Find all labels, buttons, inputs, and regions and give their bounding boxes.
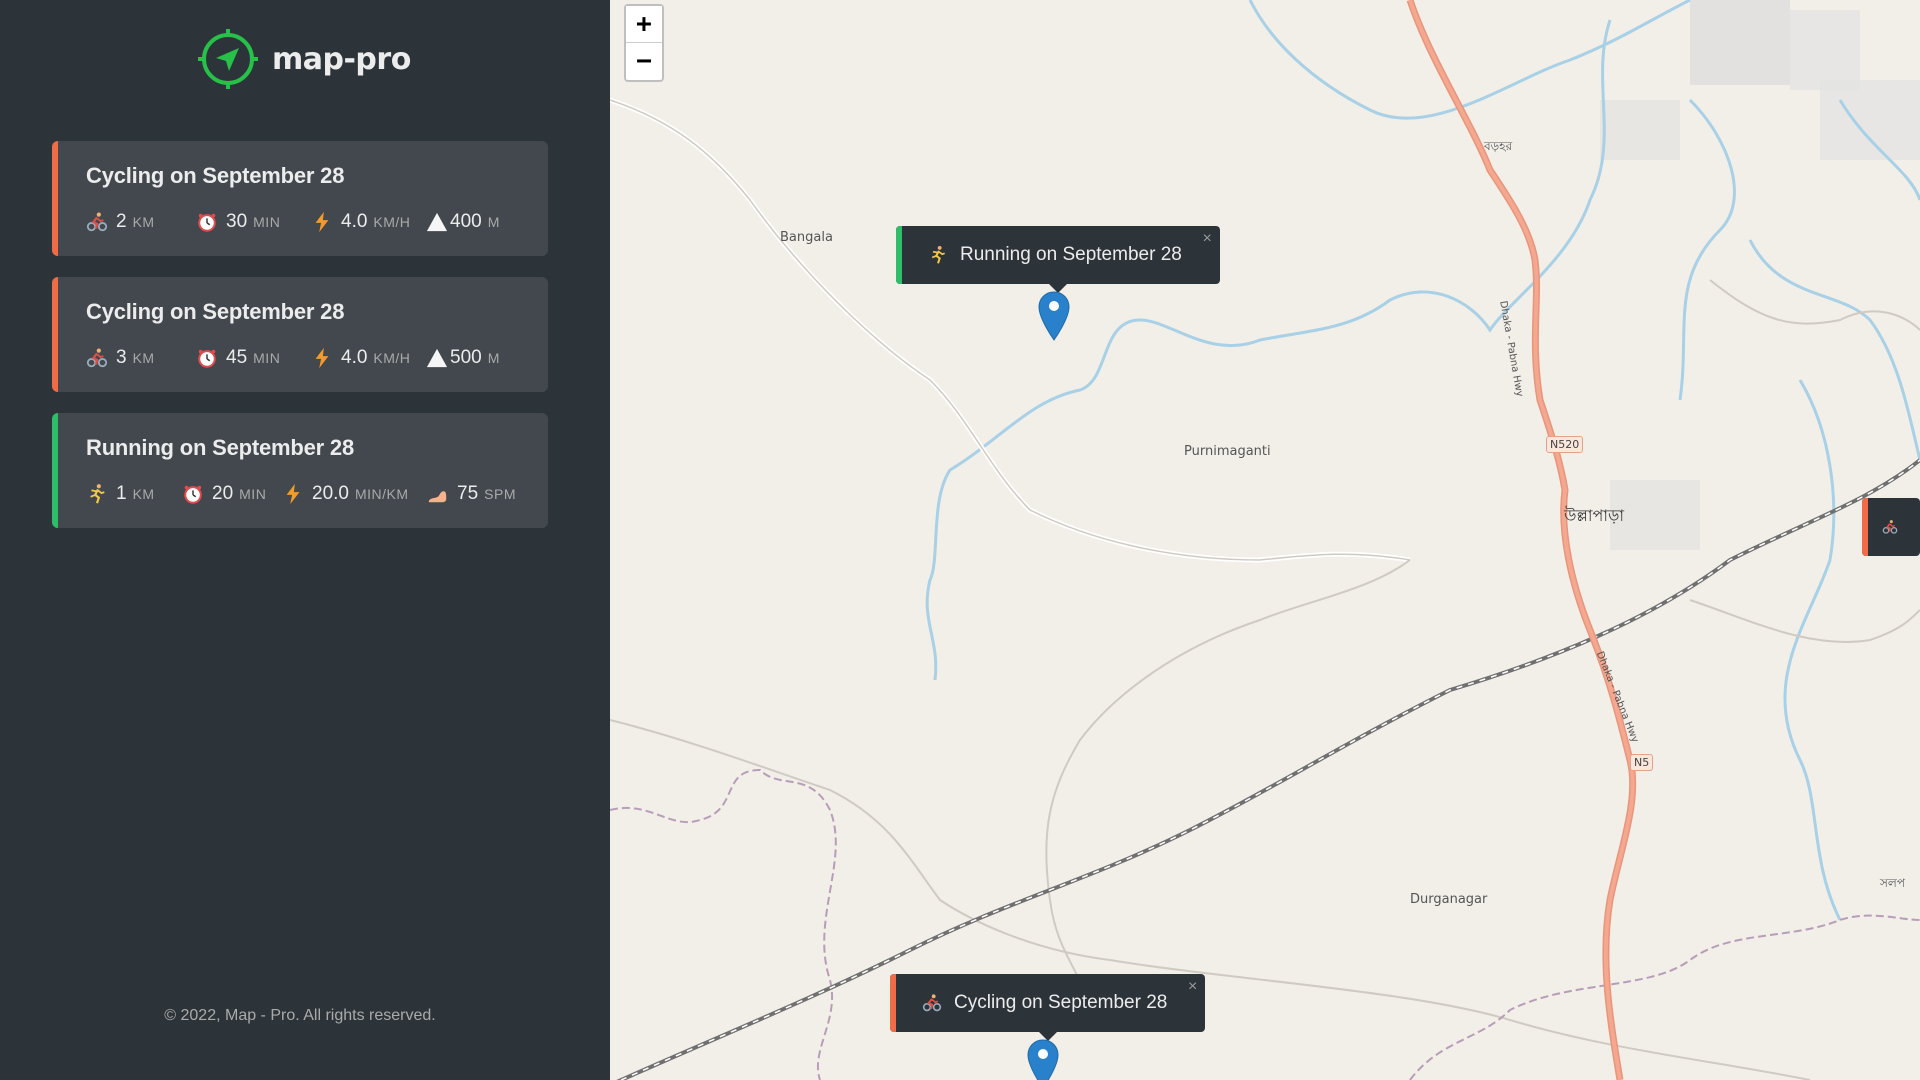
- sidebar: map-pro Cycling on September 28 2 km 30 …: [0, 0, 610, 1080]
- workout-details: 3 km 45 min 4.0 km/h 500 m: [86, 345, 500, 371]
- stopwatch-icon: [198, 213, 216, 232]
- compass-logo-icon: [198, 29, 258, 89]
- workout-detail-speed: 4.0 km/h: [311, 347, 426, 369]
- duration-value: 20: [212, 483, 234, 504]
- distance-value: 1: [116, 483, 127, 504]
- map[interactable]: + − Bangala Purnimaganti Durganagar উল্ল…: [610, 0, 1920, 1080]
- workout-detail-elevation: 500 m: [426, 347, 500, 369]
- elevation-unit: m: [487, 350, 500, 366]
- speed-value: 4.0: [341, 347, 368, 368]
- workout-detail-duration: 30 min: [196, 211, 311, 233]
- cyclist-icon: [86, 348, 108, 368]
- map-popup-running[interactable]: Running on September 28 ×: [896, 226, 1220, 293]
- duration-value: 45: [226, 347, 248, 368]
- map-label-ullapara: উল্লাপাড়া: [1564, 506, 1625, 525]
- workout-detail-pace: 20.0 min/km: [282, 483, 427, 505]
- map-pin-icon[interactable]: [1027, 1039, 1059, 1080]
- elevation-unit: m: [487, 214, 500, 230]
- stopwatch-icon: [184, 485, 202, 504]
- workout-detail-duration: 20 min: [182, 483, 282, 505]
- workout-detail-elevation: 400 m: [426, 211, 500, 233]
- lightning-icon: [286, 483, 300, 505]
- elevation-value: 500: [450, 347, 482, 368]
- cyclist-icon: [1882, 520, 1898, 534]
- runner-icon: [90, 484, 105, 504]
- popup-close-button[interactable]: ×: [1188, 978, 1197, 996]
- workout-detail-duration: 45 min: [196, 347, 311, 369]
- zoom-in-button[interactable]: +: [626, 6, 662, 42]
- zoom-control: + −: [624, 4, 664, 82]
- speed-unit: km/h: [373, 214, 411, 230]
- cyclist-icon: [922, 994, 942, 1012]
- workout-details: 1 km 20 min 20.0 min/km 75 spm: [86, 481, 516, 507]
- popup-text: Cycling on September 28: [954, 992, 1168, 1013]
- workout-type-bar: [52, 141, 58, 256]
- map-popup-offscreen[interactable]: [1862, 498, 1920, 556]
- map-label-solop: সলপ: [1880, 876, 1906, 890]
- workout-title: Cycling on September 28: [86, 299, 345, 324]
- stopwatch-icon: [198, 349, 216, 368]
- runner-icon: [931, 246, 945, 264]
- popup-type-bar: [890, 974, 896, 1032]
- workout-detail-distance: 2 km: [86, 211, 196, 233]
- workout-details: 2 km 30 min 4.0 km/h 400 m: [86, 209, 500, 235]
- duration-value: 30: [226, 211, 248, 232]
- map-label-purnimaganti: Purnimaganti: [1184, 444, 1271, 459]
- workout-detail-speed: 4.0 km/h: [311, 211, 426, 233]
- copyright: © 2022, Map - Pro. All rights reserved.: [164, 1007, 436, 1024]
- workout-item[interactable]: Cycling on September 28 2 km 30 min 4.0 …: [52, 141, 548, 256]
- map-tiles[interactable]: [610, 0, 1920, 1080]
- road-shield-n5: N5: [1630, 754, 1654, 771]
- map-label-durganagar: Durganagar: [1410, 892, 1488, 907]
- duration-unit: min: [253, 214, 281, 230]
- mountain-icon: [426, 348, 448, 368]
- map-label-borohor: বড়হর: [1484, 139, 1513, 153]
- popup-text: Running on September 28: [960, 244, 1182, 265]
- duration-unit: min: [239, 486, 267, 502]
- distance-value: 3: [116, 347, 127, 368]
- zoom-out-button[interactable]: −: [626, 42, 662, 78]
- workout-item[interactable]: Running on September 28 1 km 20 min 20.0…: [52, 413, 548, 528]
- workout-title: Cycling on September 28: [86, 163, 345, 188]
- workout-detail-distance: 3 km: [86, 347, 196, 369]
- workout-type-bar: [52, 277, 58, 392]
- mountain-icon: [426, 212, 448, 232]
- map-label-bangala: Bangala: [780, 230, 833, 245]
- footprint-icon: [428, 491, 447, 503]
- map-popup-cycling[interactable]: Cycling on September 28 ×: [890, 974, 1206, 1041]
- popup-close-button[interactable]: ×: [1202, 230, 1211, 248]
- distance-unit: km: [132, 350, 155, 366]
- workout-detail-distance: 1 km: [86, 483, 182, 505]
- app-name: map-pro: [272, 41, 411, 77]
- distance-unit: km: [132, 214, 155, 230]
- workout-title: Running on September 28: [86, 435, 354, 460]
- speed-unit: km/h: [373, 350, 411, 366]
- cadence-value: 75: [457, 483, 479, 504]
- workout-type-bar: [52, 413, 58, 528]
- speed-value: 4.0: [341, 211, 368, 232]
- pace-value: 20.0: [312, 483, 349, 504]
- workout-item[interactable]: Cycling on September 28 3 km 45 min 4.0 …: [52, 277, 548, 392]
- logo: map-pro: [196, 26, 411, 92]
- road-shield-n520: N520: [1546, 436, 1584, 453]
- lightning-icon: [315, 211, 329, 233]
- cyclist-icon: [86, 212, 108, 232]
- cadence-unit: spm: [484, 486, 516, 502]
- lightning-icon: [315, 347, 329, 369]
- duration-unit: min: [253, 350, 281, 366]
- workout-detail-cadence: 75 spm: [427, 483, 516, 505]
- popup-type-bar: [1862, 498, 1868, 556]
- distance-value: 2: [116, 211, 127, 232]
- popup-type-bar: [896, 226, 902, 284]
- workout-list: Cycling on September 28 2 km 30 min 4.0 …: [52, 141, 548, 549]
- map-pin-icon[interactable]: [1038, 291, 1070, 341]
- elevation-value: 400: [450, 211, 482, 232]
- pace-unit: min/km: [354, 486, 409, 502]
- distance-unit: km: [132, 486, 155, 502]
